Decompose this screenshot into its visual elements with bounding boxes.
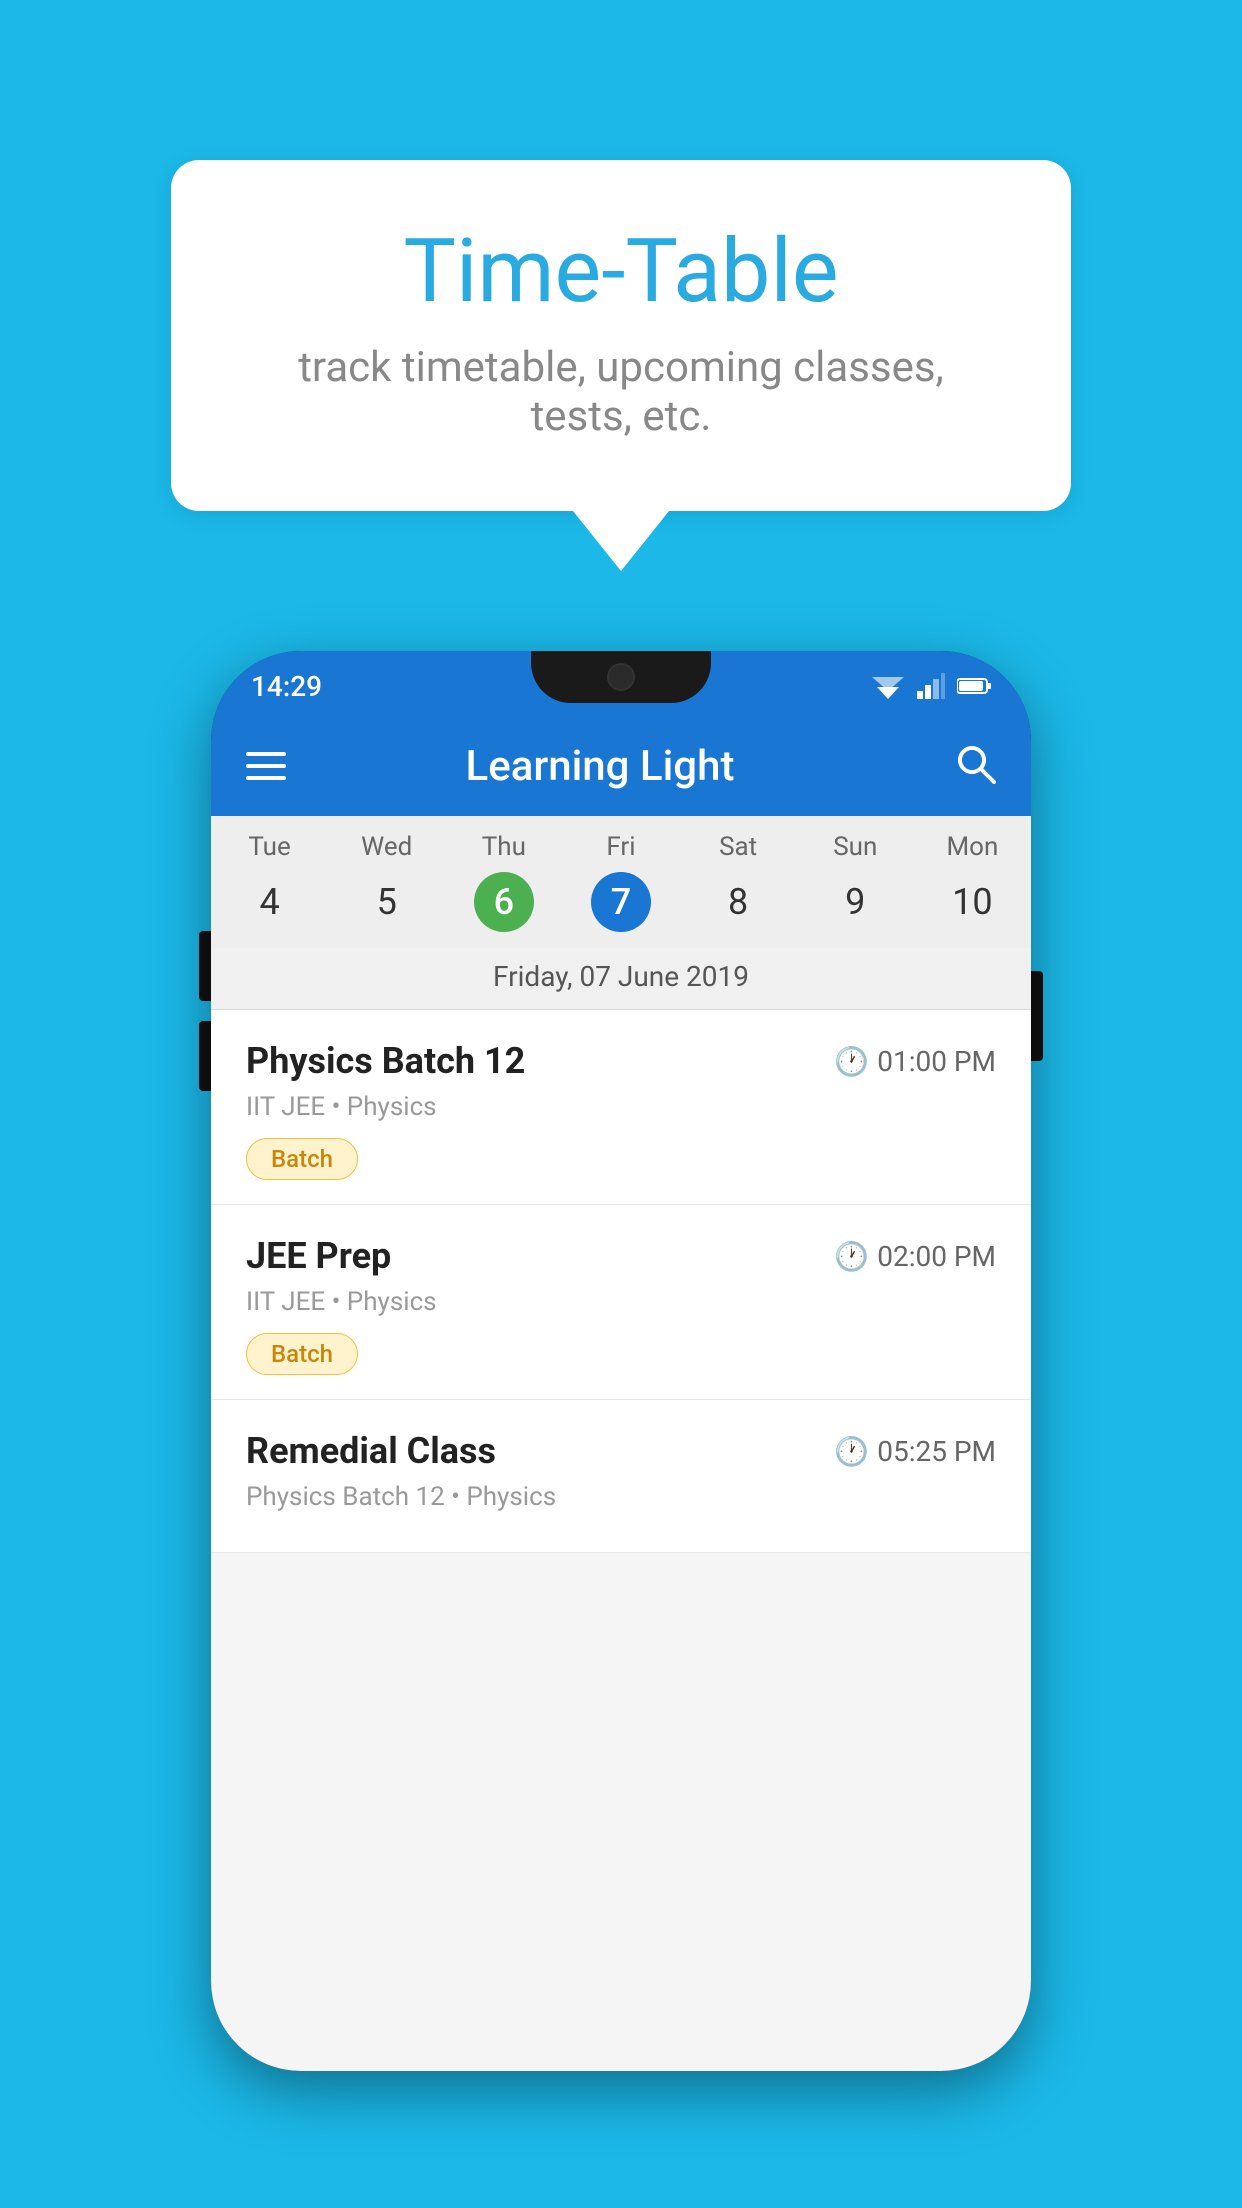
- timetable-title: Time-Table: [251, 220, 991, 323]
- schedule-list: Physics Batch 12 🕐 01:00 PM IIT JEE • Ph…: [211, 1010, 1031, 1553]
- power-button: [1031, 971, 1043, 1061]
- signal-icon: [917, 673, 945, 699]
- day-name: Thu: [482, 832, 526, 862]
- calendar-day-fri[interactable]: Fri 7: [562, 832, 679, 942]
- clock-icon: 🕐: [834, 1045, 869, 1078]
- wifi-icon: [871, 673, 905, 699]
- schedule-item-time: 🕐 01:00 PM: [834, 1045, 996, 1078]
- app-title: Learning Light: [286, 742, 914, 791]
- volume-down-button: [199, 1021, 211, 1091]
- day-name: Tue: [248, 832, 290, 862]
- day-name: Fri: [606, 832, 635, 862]
- battery-icon: [957, 677, 991, 695]
- phone-mockup: 14:29: [211, 651, 1031, 2071]
- day-number: 4: [240, 872, 300, 932]
- phone-outer: 14:29: [211, 651, 1031, 2071]
- time-value: 01:00 PM: [877, 1045, 996, 1078]
- calendar-bar: Tue 4 Wed 5 Thu 6 Fri 7 Sat 8 Sun 9 Mon 10 Friday, 07…: [211, 816, 1031, 1010]
- calendar-days-row: Tue 4 Wed 5 Thu 6 Fri 7 Sat 8 Sun 9 Mon 10: [211, 816, 1031, 948]
- schedule-item-title: Remedial Class: [246, 1430, 496, 1472]
- time-value: 05:25 PM: [877, 1435, 996, 1468]
- status-icons: [871, 673, 991, 699]
- phone-notch: [531, 651, 711, 703]
- time-value: 02:00 PM: [877, 1240, 996, 1273]
- day-number: 7: [591, 872, 651, 932]
- schedule-item-0[interactable]: Physics Batch 12 🕐 01:00 PM IIT JEE • Ph…: [211, 1010, 1031, 1205]
- status-time: 14:29: [251, 670, 322, 703]
- calendar-day-tue[interactable]: Tue 4: [211, 832, 328, 942]
- schedule-item-header: Remedial Class 🕐 05:25 PM: [246, 1430, 996, 1472]
- hamburger-line-3: [246, 776, 286, 780]
- speech-bubble-container: Time-Table track timetable, upcoming cla…: [171, 160, 1071, 571]
- schedule-item-1[interactable]: JEE Prep 🕐 02:00 PM IIT JEE • Physics Ba…: [211, 1205, 1031, 1400]
- day-name: Sun: [833, 832, 877, 862]
- schedule-item-title: Physics Batch 12: [246, 1040, 525, 1082]
- hamburger-line-2: [246, 764, 286, 768]
- schedule-item-time: 🕐 02:00 PM: [834, 1240, 996, 1273]
- batch-tag: Batch: [246, 1333, 358, 1375]
- schedule-item-title: JEE Prep: [246, 1235, 391, 1277]
- front-camera: [607, 663, 635, 691]
- hamburger-line-1: [246, 752, 286, 756]
- schedule-item-time: 🕐 05:25 PM: [834, 1435, 996, 1468]
- day-name: Sat: [719, 832, 757, 862]
- search-button[interactable]: [954, 742, 996, 791]
- speech-bubble: Time-Table track timetable, upcoming cla…: [171, 160, 1071, 511]
- schedule-item-sub: IIT JEE • Physics: [246, 1092, 996, 1122]
- calendar-day-thu[interactable]: Thu 6: [445, 832, 562, 942]
- day-number: 6: [474, 872, 534, 932]
- volume-up-button: [199, 931, 211, 1001]
- schedule-item-2[interactable]: Remedial Class 🕐 05:25 PM Physics Batch …: [211, 1400, 1031, 1553]
- day-number: 9: [825, 872, 885, 932]
- calendar-day-sat[interactable]: Sat 8: [680, 832, 797, 942]
- schedule-item-header: JEE Prep 🕐 02:00 PM: [246, 1235, 996, 1277]
- day-name: Mon: [946, 832, 998, 862]
- clock-icon: 🕐: [834, 1435, 869, 1468]
- timetable-subtitle: track timetable, upcoming classes, tests…: [251, 343, 991, 441]
- speech-bubble-arrow: [573, 511, 669, 571]
- batch-tag: Batch: [246, 1138, 358, 1180]
- day-number: 5: [357, 872, 417, 932]
- hamburger-menu[interactable]: [246, 752, 286, 780]
- calendar-day-mon[interactable]: Mon 10: [914, 832, 1031, 942]
- schedule-item-sub: Physics Batch 12 • Physics: [246, 1482, 996, 1512]
- app-bar: Learning Light: [211, 716, 1031, 816]
- clock-icon: 🕐: [834, 1240, 869, 1273]
- schedule-item-header: Physics Batch 12 🕐 01:00 PM: [246, 1040, 996, 1082]
- selected-date-label: Friday, 07 June 2019: [211, 948, 1031, 1010]
- schedule-item-sub: IIT JEE • Physics: [246, 1287, 996, 1317]
- day-number: 8: [708, 872, 768, 932]
- day-name: Wed: [361, 832, 412, 862]
- calendar-day-wed[interactable]: Wed 5: [328, 832, 445, 942]
- phone-screen: Tue 4 Wed 5 Thu 6 Fri 7 Sat 8 Sun 9 Mon 10 Friday, 07…: [211, 816, 1031, 2071]
- calendar-day-sun[interactable]: Sun 9: [797, 832, 914, 942]
- day-number: 10: [942, 872, 1002, 932]
